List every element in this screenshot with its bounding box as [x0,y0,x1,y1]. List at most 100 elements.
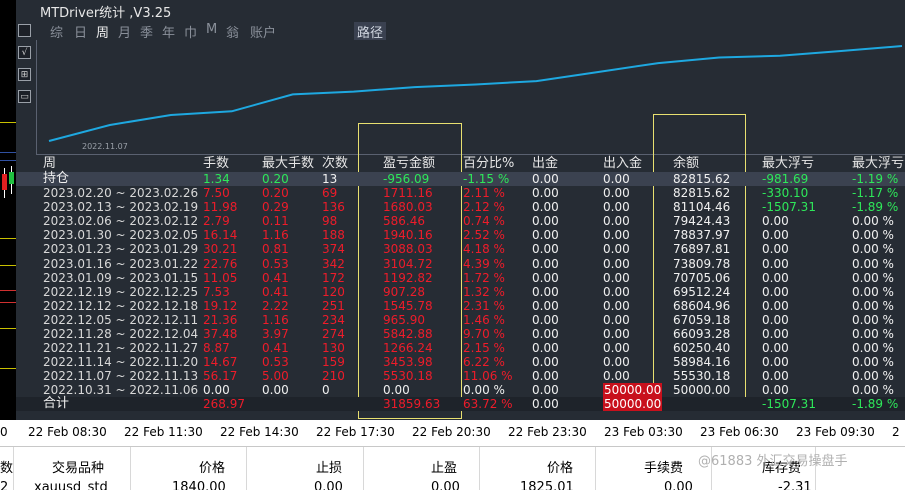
table-row[interactable]: 2023.01.30 ~ 2023.02.05 16.14 1.16 188 1… [16,228,905,242]
tab-year[interactable]: 年 [162,22,175,41]
row-lots: 16.14 [203,228,238,243]
title-bar[interactable]: MTDriver统计 ,V3.25 [16,0,905,21]
order-number[interactable]: 2 [0,480,8,490]
order-col-commission[interactable]: 手续费 [644,457,683,476]
table-row[interactable]: 2023.02.13 ~ 2023.02.19 11.98 0.29 136 1… [16,200,905,214]
table-row[interactable]: 2023.01.16 ~ 2023.01.22 22.76 0.53 342 3… [16,257,905,271]
row-week: 2023.02.06 ~ 2023.02.12 [43,214,199,229]
col-count[interactable]: 次数 [322,157,348,171]
table-row[interactable]: 2022.11.07 ~ 2022.11.13 56.17 5.00 210 5… [16,369,905,383]
order-col-take-profit[interactable]: 止盈 [431,457,457,476]
row-max-dd-pct: 0.00 % [852,383,894,398]
col-pct[interactable]: 百分比% [463,157,514,171]
col-withdraw[interactable]: 出金 [532,157,558,171]
row-max-dd: 0.00 [762,284,789,299]
row-week: 2023.02.13 ~ 2023.02.19 [43,200,199,215]
tab-symbol[interactable]: 巾 [184,22,197,41]
row-inout: 0.00 [603,214,630,229]
table-row[interactable]: 2022.12.12 ~ 2022.12.18 19.12 2.22 251 1… [16,299,905,313]
tab-week[interactable]: 周 [96,22,109,41]
col-pnl[interactable]: 盈亏金额 [383,157,435,171]
row-week: 2022.11.21 ~ 2022.11.27 [43,341,199,356]
table-row[interactable]: 2022.11.14 ~ 2022.11.20 14.67 0.53 159 3… [16,355,905,369]
row-max-dd-pct: 0.00 % [852,355,894,370]
candle [9,172,14,184]
col-max-lots[interactable]: 最大手数 [262,157,314,171]
row-pct: 6.22 % [463,355,505,370]
row-balance: 70705.06 [673,270,731,285]
row-max-dd: 0.00 [762,383,789,398]
chart-icon[interactable]: √ [18,46,31,59]
table-row[interactable]: 2022.11.28 ~ 2022.12.04 37.48 3.97 274 5… [16,327,905,341]
row-week: 2022.11.14 ~ 2022.11.20 [43,355,199,370]
order-symbol[interactable]: xauusd_std [34,480,108,490]
tab-comment[interactable]: 翁 [226,22,239,41]
row-max-dd-pct: 0.00 % [852,312,894,327]
row-pct: 1.32 % [463,284,505,299]
col-max-drawdown[interactable]: 最大浮亏 [762,157,814,171]
square-icon[interactable] [18,24,31,37]
table-row[interactable]: 2023.01.09 ~ 2023.01.15 11.05 0.41 172 1… [16,271,905,285]
table-row[interactable]: 2023.02.20 ~ 2023.02.26 7.50 0.20 69 171… [16,186,905,200]
table-row[interactable]: 2023.02.06 ~ 2023.02.12 2.79 0.11 98 586… [16,214,905,228]
tab-quarter[interactable]: 季 [140,22,153,41]
row-count: 98 [322,214,338,229]
path-button[interactable]: 路径 [354,22,387,41]
row-count: 69 [322,186,338,200]
order-swap[interactable]: -2.31 [778,480,812,490]
order-col-symbol[interactable]: 交易品种 [52,457,104,476]
order-col-stop-loss[interactable]: 止损 [316,457,342,476]
row-balance: 68604.96 [673,298,731,313]
order-price[interactable]: 1825.01 [520,480,574,490]
table-row[interactable]: 2022.11.21 ~ 2022.11.27 8.87 0.41 130 12… [16,341,905,355]
col-lots[interactable]: 手数 [203,157,229,171]
tab-magic[interactable]: M [206,22,217,37]
time-label: 22 Feb 23:30 [508,425,587,439]
col-inout[interactable]: 出入金 [603,157,642,171]
row-pnl: 907.28 [383,284,425,299]
row-pnl: 965.90 [383,312,425,327]
row-max-lots: 0.53 [262,355,289,370]
table-row[interactable]: 2023.01.23 ~ 2023.01.29 30.21 0.81 374 3… [16,242,905,256]
tab-account[interactable]: 账户 [250,22,276,41]
total-row[interactable]: 合计 268.97 31859.63 63.72 % 0.00 50000.00… [16,397,905,411]
row-withdraw: 0.00 [532,312,559,327]
row-inout: 0.00 [603,327,630,341]
order-col-number[interactable]: 数 [0,457,13,476]
row-pnl: 1680.03 [383,200,433,215]
order-commission[interactable]: 0.00 [664,480,693,490]
row-inout: 0.00 [603,200,630,215]
row-max-lots: 0.41 [262,284,289,299]
tab-summary[interactable]: 综 [50,22,63,41]
table-row[interactable]: 2022.12.05 ~ 2022.12.11 21.36 1.16 234 9… [16,313,905,327]
row-max-dd-pct: 0.00 % [852,242,894,257]
window-icon[interactable]: ▭ [18,90,31,103]
tab-month[interactable]: 月 [118,22,131,41]
row-inout: 0.00 [603,298,630,313]
row-week: 2023.01.09 ~ 2023.01.15 [43,270,199,285]
order-stop-loss[interactable]: 0.00 [314,480,343,490]
row-pct: 2.52 % [463,228,505,243]
col-week[interactable]: 周 [43,157,56,171]
order-col-open-price[interactable]: 价格 [199,457,225,476]
col-balance[interactable]: 余额 [673,157,699,171]
row-lots: 30.21 [203,242,238,257]
holding-row[interactable]: 持仓 1.34 0.20 13 -956.09 -1.15 % 0.00 0.0… [16,172,905,186]
table-row[interactable]: 2022.12.19 ~ 2022.12.25 7.53 0.41 120 90… [16,285,905,299]
holding-balance: 82815.62 [673,172,731,186]
row-max-dd: 0.00 [762,327,789,341]
row-lots: 37.48 [203,327,238,341]
row-inout: 0.00 [603,284,630,299]
row-max-dd: 0.00 [762,256,789,271]
order-take-profit[interactable]: 0.00 [431,480,460,490]
row-week: 2022.12.12 ~ 2022.12.18 [43,298,199,313]
table-row[interactable]: 2022.10.31 ~ 2022.11.06 0.00 0.00 0 0.00… [16,383,905,398]
order-open-price[interactable]: 1840.00 [172,480,226,490]
row-lots: 11.05 [203,270,238,285]
zoom-icon[interactable]: ⊞ [18,68,31,81]
order-col-price[interactable]: 价格 [547,457,573,476]
col-max-drawdown-pct[interactable]: 最大浮亏 [852,157,904,171]
time-label: 23 Feb 06:30 [700,425,779,439]
tab-day[interactable]: 日 [74,22,87,41]
row-max-dd-pct: 0.00 % [852,270,894,285]
